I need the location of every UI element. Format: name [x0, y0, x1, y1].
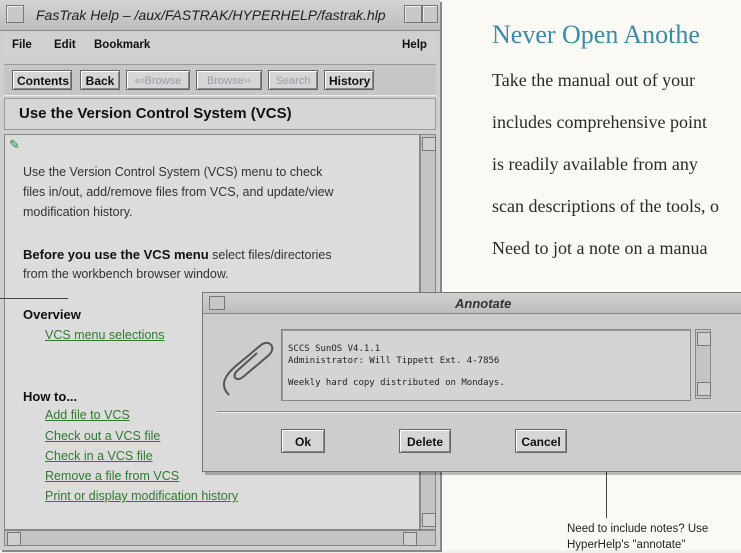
caption-line: HyperHelp's "annotate": [567, 539, 686, 551]
paperclip-icon: [222, 341, 274, 396]
brochure-line: includes comprehensive point: [492, 112, 707, 132]
link-vcs-menu-selections[interactable]: VCS menu selections: [45, 328, 165, 342]
note-line: SCCS SunOS V4.1.1: [288, 344, 381, 354]
back-button[interactable]: Back: [80, 70, 120, 90]
brochure-line: Need to jot a note on a manua: [492, 238, 708, 258]
annotation-scrollbar[interactable]: [695, 329, 711, 399]
brochure-line: is readily available from any: [492, 154, 698, 174]
note-line: Weekly hard copy distributed on Mondays.: [288, 378, 505, 388]
browse-back-button[interactable]: «‹Browse: [126, 70, 190, 90]
horizontal-scrollbar[interactable]: [4, 530, 436, 546]
toolbar: Contents Back «‹Browse Browse›› Search H…: [4, 64, 436, 96]
brochure-line: Take the manual out of your: [492, 70, 696, 90]
browse-forward-button[interactable]: Browse››: [196, 70, 262, 90]
overview-heading: Overview: [23, 307, 81, 322]
cancel-button[interactable]: Cancel: [515, 429, 567, 453]
intro-line: files in/out, add/remove files from VCS,…: [23, 185, 334, 199]
annotate-title: Annotate: [455, 296, 512, 311]
scroll-up-arrow-icon[interactable]: [697, 332, 711, 346]
howto-heading: How to...: [23, 389, 78, 404]
annotation-textarea[interactable]: SCCS SunOS V4.1.1 Administrator: Will Ti…: [281, 329, 691, 401]
brochure-heading: Never Open Anothe: [492, 20, 700, 49]
dialog-separator: [217, 411, 741, 412]
brochure-caption: Need to include notes? Use HyperHelp's "…: [567, 521, 708, 553]
help-titlebar[interactable]: FasTrak Help – /aux/FASTRAK/HYPERHELP/fa…: [0, 0, 440, 31]
scroll-up-arrow-icon[interactable]: [422, 137, 436, 151]
before-line2: from the workbench browser window.: [23, 267, 229, 281]
scroll-down-arrow-icon[interactable]: [697, 382, 711, 396]
link-check-out[interactable]: Check out a VCS file: [45, 429, 160, 443]
intro-line: Use the Version Control System (VCS) men…: [23, 165, 323, 179]
link-print-history[interactable]: Print or display modification history: [45, 489, 238, 503]
contents-button[interactable]: Contents: [12, 70, 72, 90]
scroll-left-arrow-icon[interactable]: [7, 532, 21, 546]
maximize-button[interactable]: [422, 5, 438, 23]
ok-button[interactable]: Ok: [281, 429, 325, 453]
before-bold: Before you use the VCS menu: [23, 247, 209, 262]
annotate-dialog: Annotate SCCS SunOS V4.1.1 Administrator…: [202, 292, 741, 472]
link-check-in[interactable]: Check in a VCS file: [45, 449, 153, 463]
scroll-down-arrow-icon[interactable]: [422, 513, 436, 527]
topic-title: Use the Version Control System (VCS): [19, 105, 292, 122]
search-button[interactable]: Search: [268, 70, 318, 90]
caption-line: Need to include notes? Use: [567, 523, 709, 535]
window-menu-button[interactable]: [6, 5, 24, 23]
delete-button[interactable]: Delete: [399, 429, 451, 453]
minimize-button[interactable]: [404, 5, 422, 23]
menu-edit[interactable]: Edit: [54, 39, 76, 51]
link-remove-file[interactable]: Remove a file from VCS: [45, 469, 179, 483]
left-callout-line: [0, 298, 68, 299]
before-rest: select files/directories: [208, 248, 332, 262]
brochure-line: scan descriptions of the tools, o: [492, 196, 719, 216]
annotate-titlebar[interactable]: Annotate: [203, 293, 741, 314]
window-title: FasTrak Help – /aux/FASTRAK/HYPERHELP/fa…: [36, 7, 386, 23]
menu-bar: File Edit Bookmark Help: [4, 34, 436, 58]
scroll-right-arrow-icon[interactable]: [403, 532, 417, 546]
dialog-menu-button[interactable]: [209, 296, 225, 310]
history-button[interactable]: History: [324, 70, 374, 90]
menu-bookmark[interactable]: Bookmark: [94, 39, 150, 51]
menu-help[interactable]: Help: [402, 39, 427, 51]
link-add-file[interactable]: Add file to VCS: [45, 408, 130, 422]
menu-file[interactable]: File: [12, 39, 32, 51]
before-line: Before you use the VCS menu select files…: [23, 247, 332, 262]
note-line: Administrator: Will Tippett Ext. 4-7856: [288, 356, 500, 366]
topic-title-bar: Use the Version Control System (VCS): [4, 98, 436, 130]
intro-line: modification history.: [23, 205, 133, 219]
annotation-pencil-icon[interactable]: ✎: [9, 137, 20, 153]
